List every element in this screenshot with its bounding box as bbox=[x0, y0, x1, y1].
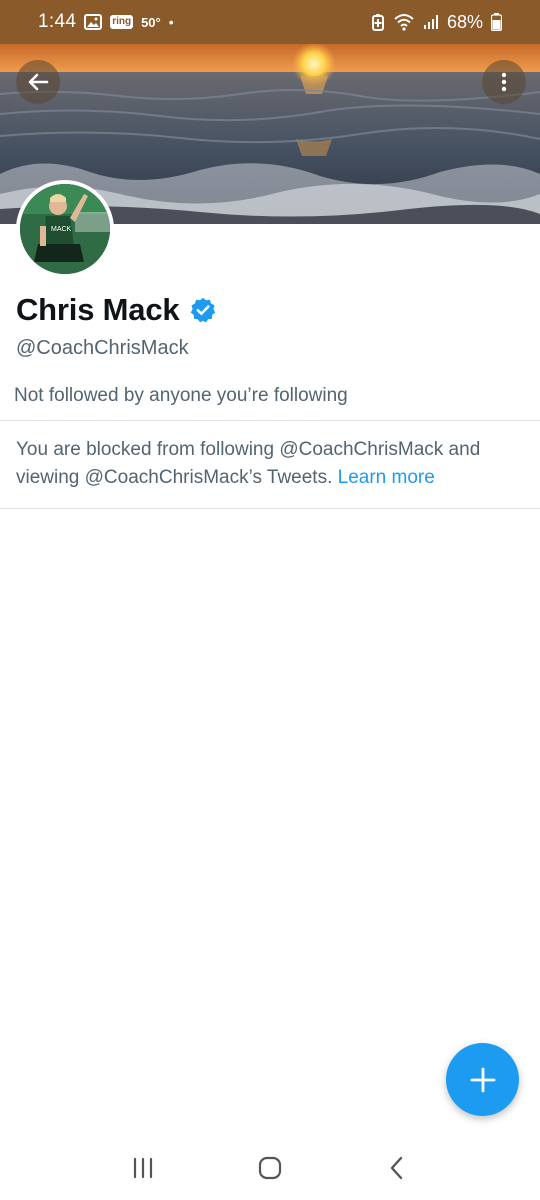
verified-badge-icon bbox=[189, 296, 217, 324]
name-row: Chris Mack bbox=[16, 292, 217, 328]
wifi-icon bbox=[393, 13, 415, 31]
home-icon bbox=[258, 1156, 282, 1180]
recent-apps-icon bbox=[134, 1157, 153, 1179]
arrow-left-icon bbox=[28, 73, 49, 91]
image-icon bbox=[84, 14, 103, 30]
divider bbox=[0, 508, 540, 509]
system-nav-bar bbox=[0, 1136, 540, 1200]
back-chevron-icon bbox=[390, 1156, 402, 1180]
compose-tweet-button[interactable] bbox=[446, 1043, 519, 1116]
system-back-button[interactable] bbox=[367, 1138, 427, 1198]
avatar[interactable]: MACK bbox=[16, 180, 114, 278]
blocked-notice: You are blocked from following @CoachChr… bbox=[16, 436, 516, 492]
battery-saver-icon bbox=[371, 13, 385, 31]
recent-apps-button[interactable] bbox=[113, 1138, 173, 1198]
ring-icon: ring bbox=[110, 15, 134, 29]
home-button[interactable] bbox=[240, 1138, 300, 1198]
status-right: 68% bbox=[371, 12, 502, 33]
battery-percent: 68% bbox=[446, 11, 483, 32]
status-temperature: 50° bbox=[141, 14, 161, 30]
status-left: 1:44 ring 50° • bbox=[38, 11, 174, 33]
back-button[interactable] bbox=[16, 60, 60, 104]
svg-text:MACK: MACK bbox=[51, 226, 72, 233]
divider bbox=[0, 420, 540, 421]
battery-icon bbox=[491, 13, 502, 31]
status-time: 1:44 bbox=[38, 11, 77, 32]
plus-icon bbox=[470, 1067, 495, 1092]
avatar-photo: MACK bbox=[20, 184, 110, 274]
more-vertical-icon bbox=[501, 72, 507, 92]
profile-handle: @CoachChrisMack bbox=[16, 337, 189, 359]
more-options-button[interactable] bbox=[482, 60, 526, 104]
learn-more-link[interactable]: Learn more bbox=[338, 467, 435, 488]
display-name: Chris Mack bbox=[16, 292, 180, 327]
signal-icon bbox=[423, 14, 439, 30]
status-dot: • bbox=[168, 14, 174, 30]
followed-by-text: Not followed by anyone you’re following bbox=[14, 385, 348, 406]
status-bar: 1:44 ring 50° • 68% bbox=[0, 0, 540, 44]
